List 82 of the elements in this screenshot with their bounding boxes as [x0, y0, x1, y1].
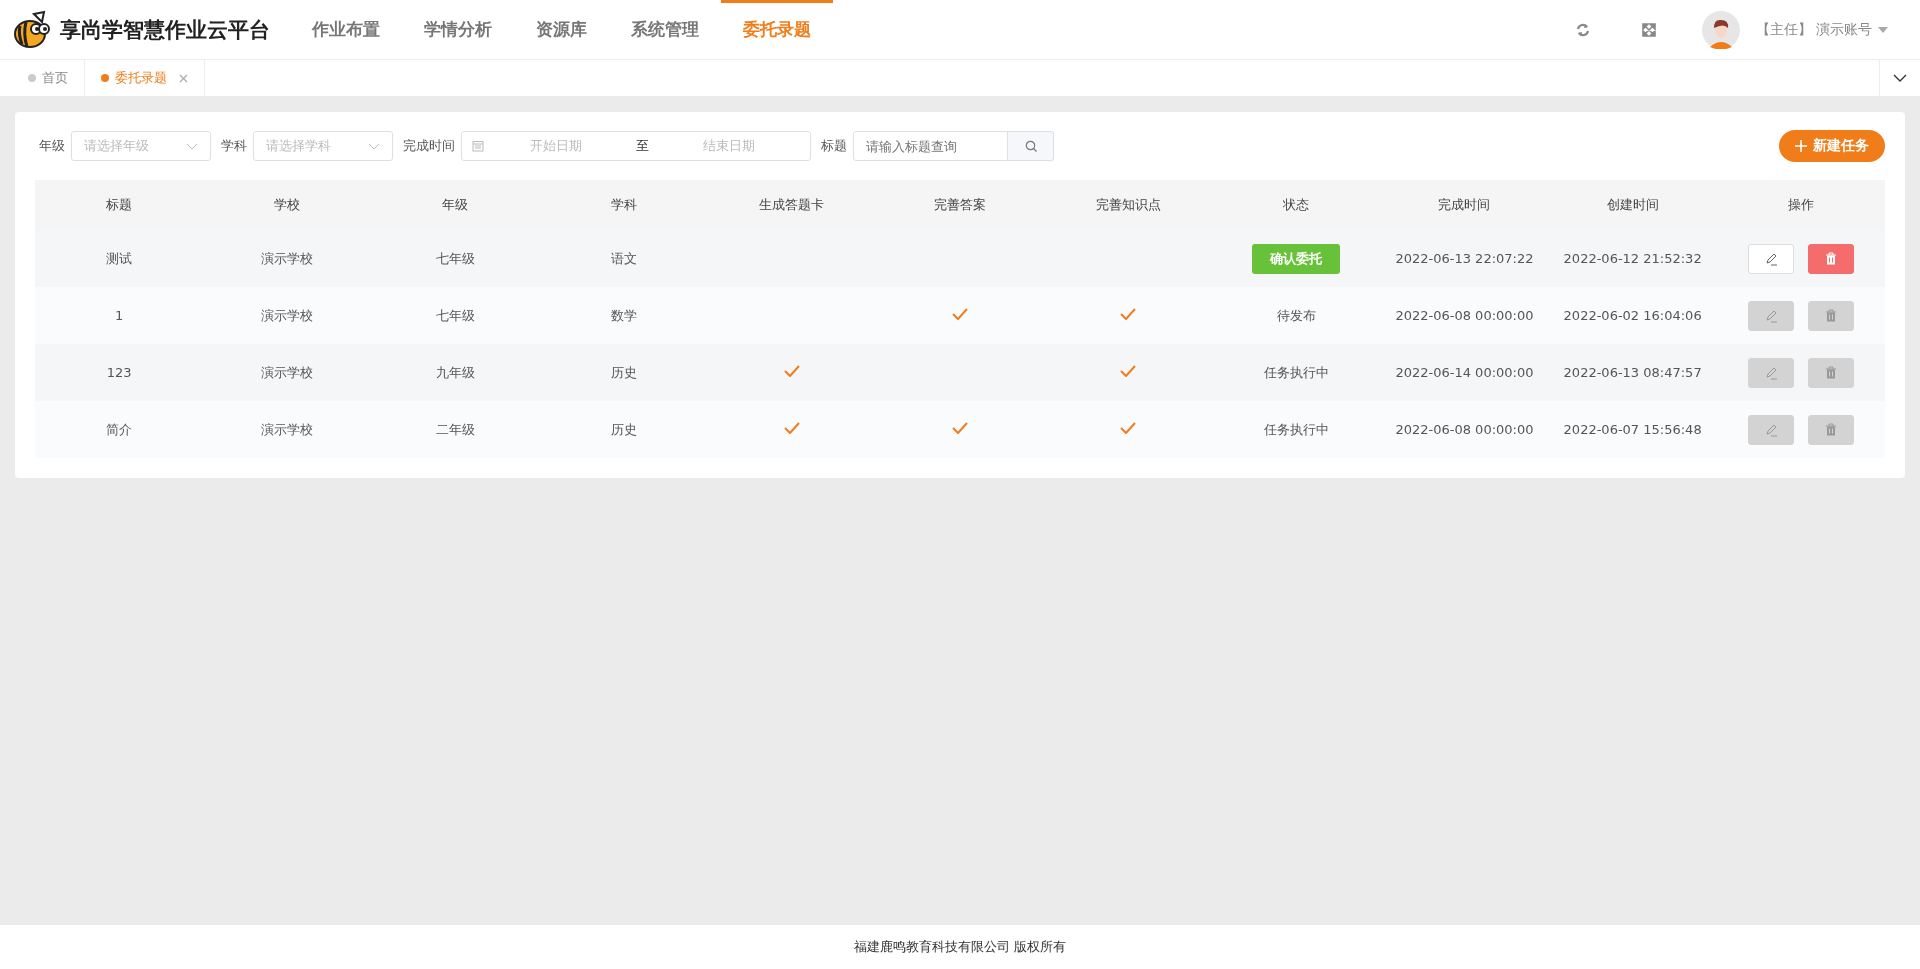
select-field[interactable]: 请选择学科	[253, 131, 393, 161]
delete-button[interactable]	[1807, 243, 1854, 274]
select-field[interactable]: 请选择年级	[71, 131, 211, 161]
column-header: 完善知识点	[1095, 197, 1161, 212]
trash-icon	[1824, 423, 1837, 436]
pencil-icon	[1763, 251, 1778, 266]
refresh-icon[interactable]	[1575, 22, 1590, 37]
confirm-button[interactable]: 确认委托	[1252, 243, 1341, 274]
calendar-icon	[472, 140, 484, 152]
table-cell: 演示学校	[261, 363, 314, 382]
avatar-icon	[1701, 10, 1740, 49]
column-header: 生成答题卡	[759, 197, 825, 212]
table-cell: 123	[106, 365, 132, 380]
table-cell: 演示学校	[261, 249, 314, 268]
plus-icon	[1795, 140, 1807, 152]
trash-icon	[1824, 252, 1837, 265]
copyright-text: 福建鹿鸣教育科技有限公司 版权所有	[853, 938, 1067, 956]
filter-label: 完成时间	[403, 137, 455, 155]
table-cell: 2022-06-12 21:52:32	[1563, 251, 1702, 266]
filter-label: 标题	[821, 137, 847, 155]
chevron-down-icon	[368, 142, 380, 150]
column-header: 学校	[274, 197, 301, 212]
table-cell: 演示学校	[261, 420, 314, 439]
table-cell: 2022-06-14 00:00:00	[1395, 365, 1534, 380]
table-cell: 简介	[106, 420, 133, 439]
trash-icon	[1824, 366, 1837, 379]
chevron-down-icon[interactable]	[1893, 74, 1907, 82]
dot-icon	[28, 74, 36, 82]
table-cell: 七年级	[435, 306, 475, 325]
table-cell: 七年级	[435, 249, 475, 268]
column-header: 操作	[1787, 197, 1814, 212]
table-cell: 2022-06-13 22:07:22	[1395, 251, 1534, 266]
column-header: 标题	[106, 197, 133, 212]
table-cell: 二年级	[435, 420, 475, 439]
close-icon[interactable]	[179, 73, 188, 83]
table-cell: 历史	[610, 363, 637, 382]
pencil-icon	[1763, 365, 1778, 380]
table-cell: 2022-06-02 16:04:06	[1563, 308, 1702, 323]
table-cell: 2022-06-08 00:00:00	[1395, 308, 1534, 323]
search-icon	[1024, 140, 1037, 152]
search-button[interactable]	[1008, 131, 1054, 161]
table-cell: 演示学校	[261, 306, 314, 325]
filter-label: 年级	[39, 137, 65, 155]
chevron-down-icon	[186, 142, 198, 150]
nav-tab[interactable]: 资源库	[514, 0, 609, 59]
edit-button[interactable]	[1747, 243, 1794, 274]
pencil-icon	[1763, 308, 1778, 323]
status-text: 任务执行中	[1263, 363, 1329, 382]
new-task-button[interactable]: 新建任务	[1779, 130, 1885, 162]
caret-down-icon	[1878, 26, 1888, 33]
column-header: 年级	[442, 197, 469, 212]
filter-label: 学科	[221, 137, 247, 155]
page-tab[interactable]: 首页	[12, 60, 85, 96]
column-header: 状态	[1283, 197, 1310, 212]
dot-icon	[101, 74, 109, 82]
nav-tab[interactable]: 系统管理	[609, 0, 721, 59]
nav-tab[interactable]: 学情分析	[402, 0, 514, 59]
table-cell: 2022-06-08 00:00:00	[1395, 422, 1534, 437]
fullscreen-icon[interactable]	[1641, 22, 1656, 37]
table-cell: 1	[114, 308, 124, 323]
column-header: 创建时间	[1606, 197, 1659, 212]
status-text: 待发布	[1276, 306, 1316, 325]
nav-tab[interactable]: 作业布置	[290, 0, 402, 59]
column-header: 完善答案	[933, 197, 986, 212]
table-cell: 测试	[106, 249, 133, 268]
table-cell: 语文	[610, 249, 637, 268]
column-header: 学科	[610, 197, 637, 212]
date-range-field[interactable]: 开始日期 至 结束日期	[461, 131, 811, 161]
status-text: 任务执行中	[1263, 420, 1329, 439]
page-tab[interactable]: 委托录题	[85, 60, 205, 96]
column-header: 完成时间	[1438, 197, 1491, 212]
table-cell: 九年级	[435, 363, 475, 382]
user-menu[interactable]: 【主任】 演示账号	[1749, 19, 1894, 40]
pencil-icon	[1763, 422, 1778, 437]
table-cell: 2022-06-07 15:56:48	[1563, 422, 1702, 437]
bee-logo-icon	[12, 9, 52, 50]
table-cell: 历史	[610, 420, 637, 439]
trash-icon	[1824, 309, 1837, 322]
table-cell: 2022-06-13 08:47:57	[1563, 365, 1702, 380]
app-title: 享尚学智慧作业云平台	[60, 16, 270, 44]
title-search-field[interactable]: 请输入标题查询	[853, 131, 1008, 161]
table-cell: 数学	[610, 306, 637, 325]
